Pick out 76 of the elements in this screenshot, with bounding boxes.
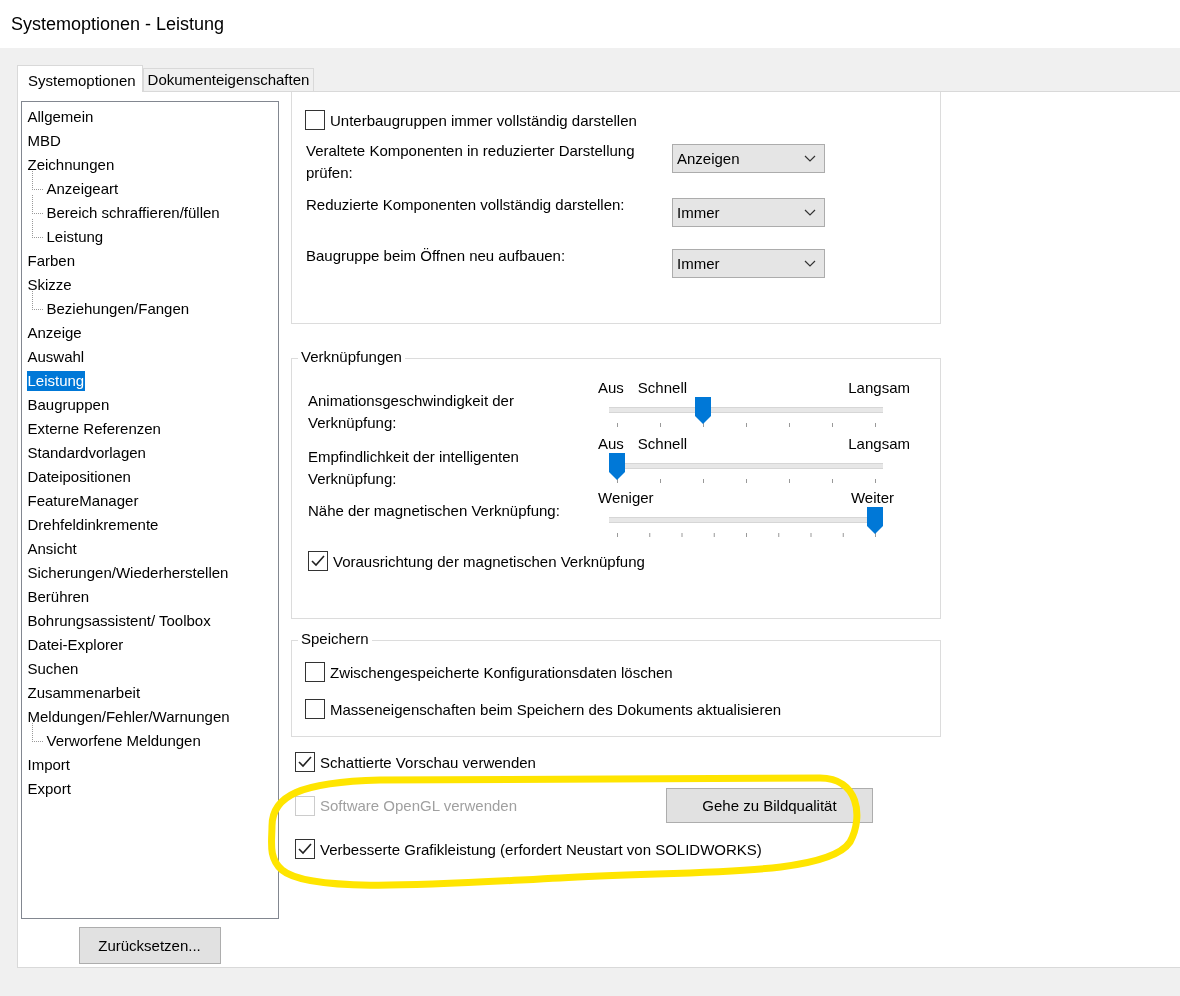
checkbox-label: Verbesserte Grafikleistung (erfordert Neustart von SOLIDWORKS) bbox=[320, 840, 762, 858]
tree-item[interactable]: Dateipositionen bbox=[26, 467, 132, 487]
chevron-down-icon bbox=[804, 155, 816, 162]
dropdown-label: Veraltete Komponenten in reduzierter Darstellung prüfen: bbox=[306, 141, 636, 183]
tree-item[interactable]: Datei-Explorer bbox=[26, 635, 125, 655]
dropdown-label: Reduzierte Komponenten vollständig darstellen: bbox=[306, 195, 626, 215]
checkbox[interactable] bbox=[295, 839, 315, 859]
tree-item[interactable]: Zeichnungen bbox=[26, 155, 116, 175]
tree-line bbox=[31, 171, 43, 190]
dropdown[interactable]: Immer bbox=[672, 249, 825, 278]
tree-line bbox=[31, 723, 43, 742]
tree-line bbox=[31, 195, 43, 214]
group-title: Verknüpfungen bbox=[298, 348, 405, 365]
slider-mark-label: Schnell bbox=[637, 378, 688, 396]
tree-line bbox=[31, 291, 43, 310]
tree-item[interactable]: Skizze bbox=[26, 275, 73, 295]
tree-item[interactable]: Anzeige bbox=[26, 323, 83, 343]
checkbox[interactable] bbox=[305, 110, 325, 130]
reset-button[interactable]: Zurücksetzen... bbox=[78, 927, 221, 964]
tree-item[interactable]: MBD bbox=[26, 131, 62, 151]
tab[interactable]: Dokumenteigenschaften bbox=[142, 68, 315, 91]
tree-item[interactable]: Bohrungsassistent/ Toolbox bbox=[26, 611, 212, 631]
checkbox[interactable] bbox=[305, 662, 325, 682]
tree-item[interactable]: Farben bbox=[26, 251, 77, 271]
tree-item[interactable]: Leistung bbox=[45, 227, 105, 247]
slider-label: Nähe der magnetischen Verknüpfung: bbox=[308, 501, 561, 521]
chevron-down-icon bbox=[804, 209, 816, 216]
dropdown-label: Baugruppe beim Öffnen neu aufbauen: bbox=[306, 246, 567, 266]
tree-item[interactable]: Anzeigeart bbox=[45, 179, 120, 199]
checkbox-label: Software OpenGL verwenden bbox=[320, 797, 518, 814]
tree-item[interactable]: Baugruppen bbox=[26, 395, 111, 415]
dropdown[interactable]: Immer bbox=[672, 198, 825, 227]
tree-item[interactable]: Import bbox=[26, 755, 71, 775]
tree-item[interactable]: Externe Referenzen bbox=[26, 419, 162, 439]
checkbox-label: Zwischengespeicherte Konfigurationsdaten löschen bbox=[330, 663, 673, 681]
checkbox[interactable] bbox=[305, 699, 325, 719]
tree-item[interactable]: Meldungen/Fehler/Warnungen bbox=[26, 707, 231, 727]
tree-item[interactable]: Suchen bbox=[26, 659, 80, 679]
slider-mark-label: Aus bbox=[598, 378, 624, 396]
slider-mark-label: Langsam bbox=[848, 434, 910, 452]
tree-item[interactable]: Ansicht bbox=[26, 539, 78, 559]
tree-item[interactable]: Sicherungen/Wiederherstellen bbox=[26, 563, 230, 583]
slider-mark-label: Weniger bbox=[598, 488, 654, 506]
checkbox-label: Schattierte Vorschau verwenden bbox=[320, 753, 536, 771]
group-title: Speichern bbox=[298, 630, 372, 647]
tree-item[interactable]: Zusammenarbeit bbox=[26, 683, 142, 703]
tree-line bbox=[31, 219, 43, 238]
dropdown[interactable]: Anzeigen bbox=[672, 144, 825, 173]
tree-item[interactable]: Berühren bbox=[26, 587, 91, 607]
tree-item[interactable]: Standardvorlagen bbox=[26, 443, 147, 463]
chevron-down-icon bbox=[804, 260, 816, 267]
tree-item[interactable]: Export bbox=[26, 779, 72, 799]
slider-label: Animationsgeschwindigkeit der Verknüpfung: bbox=[308, 391, 515, 433]
tab[interactable]: Systemoptionen bbox=[17, 65, 143, 92]
tree-item[interactable]: Drehfeldinkremente bbox=[26, 515, 160, 535]
window-title: Systemoptionen - Leistung bbox=[0, 0, 1180, 48]
slider-thumb[interactable] bbox=[609, 453, 625, 480]
tree-item[interactable]: Leistung bbox=[26, 371, 86, 391]
slider-thumb[interactable] bbox=[694, 397, 711, 424]
checkbox-label: Vorausrichtung der magnetischen Verknüpfung bbox=[333, 552, 645, 570]
slider-mark-label: Aus bbox=[598, 434, 624, 452]
checkbox-label: Unterbaugruppen immer vollständig darstellen bbox=[330, 111, 637, 129]
tree-item[interactable]: Bereich schraffieren/füllen bbox=[45, 203, 221, 223]
slider-thumb[interactable] bbox=[867, 507, 883, 534]
tree-item[interactable]: Verworfene Meldungen bbox=[45, 731, 202, 751]
slider-label: Empfindlichkeit der intelligenten Verknüpfung: bbox=[308, 447, 520, 489]
tree-item[interactable]: Auswahl bbox=[26, 347, 86, 367]
checkbox[interactable] bbox=[295, 752, 315, 772]
tree-item[interactable]: Allgemein bbox=[26, 107, 95, 127]
checkbox-label: Masseneigenschaften beim Speichern des Dokuments aktualisieren bbox=[330, 700, 782, 718]
checkbox[interactable] bbox=[308, 551, 328, 571]
tree-item[interactable]: Beziehungen/Fangen bbox=[45, 299, 191, 319]
slider-mark-label: Langsam bbox=[848, 378, 910, 396]
tree-item[interactable]: FeatureManager bbox=[26, 491, 140, 511]
slider-mark-label: Weiter bbox=[850, 488, 894, 506]
slider-mark-label: Schnell bbox=[637, 434, 688, 452]
